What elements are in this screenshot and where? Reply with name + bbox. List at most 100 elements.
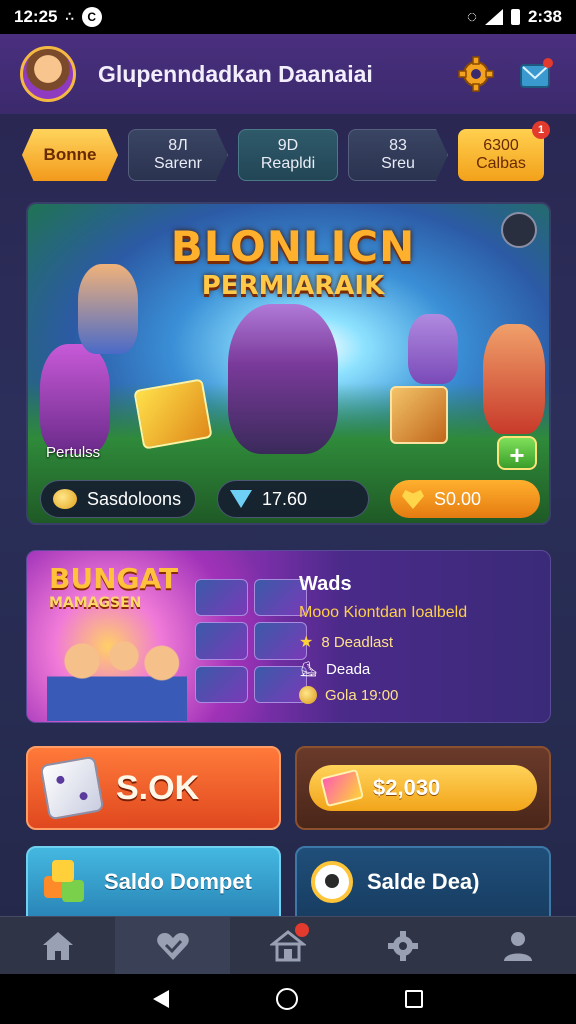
back-icon[interactable] bbox=[153, 990, 170, 1008]
promo-title: Wads bbox=[299, 573, 352, 595]
app-notification-icon: C bbox=[81, 7, 102, 27]
chat-balance-button[interactable]: Salde Dea) bbox=[295, 846, 551, 918]
profile-icon bbox=[504, 931, 533, 961]
app-header: Glupenndadkan Daanaiai bbox=[0, 34, 576, 114]
hearts-pill[interactable]: S0.00 bbox=[390, 480, 540, 518]
tab-value: 8Л bbox=[168, 137, 188, 154]
spin-button-label: S.OK bbox=[116, 768, 200, 807]
ticket-button[interactable]: $2,030 bbox=[295, 746, 551, 830]
promo-card[interactable]: BUNGAT MAMAGSEN Wads Mooo Kiontdan Ioalb… bbox=[26, 550, 551, 723]
mail-button[interactable] bbox=[516, 54, 556, 94]
hero-character-archer bbox=[78, 264, 138, 354]
mail-icon bbox=[520, 58, 553, 88]
page-title: Glupenndadkan Daanaiai bbox=[98, 60, 373, 87]
hero-title-line2: PERMIARAIK bbox=[201, 271, 385, 301]
wallet-balance-button[interactable]: Saldo Dompet bbox=[26, 846, 281, 918]
home-circle-icon[interactable] bbox=[275, 988, 298, 1010]
avatar[interactable] bbox=[20, 46, 76, 102]
coin-icon bbox=[53, 489, 77, 509]
nav-favorites[interactable] bbox=[115, 917, 310, 974]
hero-banner[interactable]: BLONLICN PERMIARAIK Pertulss + Sasdoloon… bbox=[26, 202, 551, 525]
alarm-icon: ◌ bbox=[466, 7, 477, 26]
promo-description: Mooo Kiontdan Ioalbeld bbox=[299, 604, 468, 621]
hero-title: BLONLICN PERMIARAIK bbox=[148, 222, 438, 301]
status-right-time: 2:38 bbox=[527, 7, 562, 26]
coin-icon bbox=[299, 686, 317, 704]
hero-character-left bbox=[40, 344, 110, 454]
ticket-icon bbox=[319, 768, 365, 808]
gear-icon bbox=[458, 56, 494, 92]
hearts-value: S0.00 bbox=[434, 488, 482, 509]
status-bar: 12:25 ∴ C ◌ 2:38 bbox=[0, 0, 576, 34]
tab-bonus[interactable]: Bonne bbox=[22, 129, 118, 181]
heart-check-icon bbox=[157, 932, 189, 960]
gems-value: 17.60 bbox=[262, 488, 308, 509]
tab-label: Reapldi bbox=[260, 155, 316, 172]
tab-label: Bonne bbox=[43, 145, 97, 164]
hero-character-right bbox=[483, 324, 545, 434]
nav-profile[interactable] bbox=[461, 917, 576, 974]
tab-sarenr[interactable]: 8Л Sarenr bbox=[128, 129, 228, 181]
hero-character-center bbox=[228, 304, 338, 454]
chat-icon bbox=[311, 861, 353, 903]
boot-icon: ⛸ bbox=[299, 661, 319, 678]
coins-pill[interactable]: Sasdoloons bbox=[40, 480, 196, 518]
hero-character-creature bbox=[408, 314, 458, 384]
signal-icon bbox=[484, 9, 503, 25]
house-icon bbox=[270, 929, 306, 961]
gear-icon bbox=[388, 930, 419, 961]
ticket-bar: $2,030 bbox=[309, 765, 537, 811]
promo-row-gold: Gola 19:00 bbox=[299, 686, 539, 704]
tab-label: Sreu bbox=[381, 155, 415, 172]
wallet-balance-label: Saldo Dompet bbox=[104, 869, 252, 894]
promo-item bbox=[195, 665, 248, 703]
nav-home[interactable] bbox=[0, 917, 115, 974]
treasure-chest-icon bbox=[390, 386, 448, 444]
home-icon bbox=[42, 931, 73, 960]
tab-value: 83 bbox=[389, 137, 407, 154]
tab-sreu[interactable]: 83 Sreu bbox=[348, 129, 448, 181]
battery-icon bbox=[510, 9, 520, 25]
notification-badge: 1 bbox=[532, 121, 550, 139]
dice-icon bbox=[39, 755, 105, 821]
recents-icon[interactable] bbox=[404, 990, 423, 1008]
bottom-nav bbox=[0, 916, 576, 974]
promo-info: Wads Mooo Kiontdan Ioalbeld ★ 8 Deadlast… bbox=[299, 573, 539, 712]
promo-art-title: BUNGAT MAMAGSEN bbox=[49, 565, 178, 615]
ticket-button-label: $2,030 bbox=[373, 775, 441, 800]
star-icon: ★ bbox=[299, 634, 314, 651]
nav-settings[interactable] bbox=[346, 917, 461, 974]
add-button[interactable]: + bbox=[497, 436, 537, 470]
status-time: 12:25 bbox=[14, 7, 58, 26]
hero-corner-icon[interactable] bbox=[501, 212, 537, 248]
promo-row-deadline: ★ 8 Deadlast bbox=[299, 632, 539, 652]
blocks-icon bbox=[44, 860, 90, 904]
promo-row-deada: ⛸ Deada bbox=[299, 660, 539, 679]
category-tabs: Bonne 8Л Sarenr 9D Reapldi 83 Sreu 6300 … bbox=[22, 121, 554, 184]
tab-calbas[interactable]: 6300 Calbas 1 bbox=[458, 121, 550, 181]
promo-item bbox=[195, 579, 248, 617]
system-nav-bar bbox=[0, 974, 576, 1024]
hero-title-line1: BLONLICN bbox=[170, 222, 416, 271]
tab-reapldi[interactable]: 9D Reapldi bbox=[238, 129, 338, 181]
heart-icon bbox=[402, 490, 424, 509]
gem-icon bbox=[230, 490, 252, 508]
nav-house[interactable] bbox=[230, 917, 345, 974]
promo-item-grid bbox=[195, 579, 307, 703]
chat-balance-label: Salde Dea) bbox=[367, 869, 480, 894]
hero-stats: Sasdoloons 17.60 S0.00 bbox=[40, 480, 540, 518]
promo-item bbox=[195, 622, 248, 660]
coins-label: Sasdoloons bbox=[87, 488, 182, 509]
promo-row-text: Gola 19:00 bbox=[325, 686, 399, 704]
tab-value: 9D bbox=[277, 137, 299, 154]
tab-value: 6300 bbox=[483, 137, 519, 154]
notification-dots-icon: ∴ bbox=[65, 9, 74, 24]
settings-button[interactable] bbox=[456, 54, 496, 94]
promo-characters bbox=[47, 621, 187, 721]
gems-pill[interactable]: 17.60 bbox=[217, 480, 369, 518]
treasure-box-icon bbox=[133, 378, 213, 450]
promo-row-text: 8 Deadlast bbox=[321, 633, 394, 651]
hero-label: Pertulss bbox=[46, 444, 101, 461]
spin-button[interactable]: S.OK bbox=[26, 746, 281, 830]
promo-row-text: Deada bbox=[326, 660, 371, 678]
